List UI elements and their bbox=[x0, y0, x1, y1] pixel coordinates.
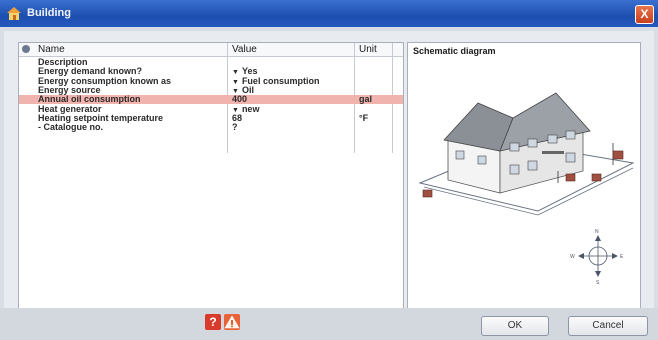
compass-icon: N S E W bbox=[570, 229, 624, 286]
warning-icon bbox=[224, 315, 240, 329]
button-bar bbox=[0, 308, 658, 340]
property-grid: Name Value Unit Description Energy demand… bbox=[18, 42, 404, 309]
row-name: - Catalogue no. bbox=[38, 122, 103, 133]
grid-row[interactable]: Annual oil consumption 400 gal bbox=[19, 94, 403, 105]
title-bar[interactable]: Building X bbox=[0, 0, 658, 27]
row-name: Annual oil consumption bbox=[38, 94, 141, 105]
column-header-value[interactable]: Value bbox=[232, 44, 257, 56]
row-name: Energy demand known? bbox=[38, 66, 143, 77]
column-header-unit[interactable]: Unit bbox=[359, 44, 377, 56]
dimension-marker bbox=[422, 189, 433, 198]
building-window bbox=[565, 152, 576, 163]
dropdown-arrow-icon[interactable]: ▼ bbox=[232, 79, 239, 86]
grid-row[interactable]: - Catalogue no.? bbox=[19, 123, 403, 132]
compass-east: E bbox=[620, 254, 624, 260]
help-button[interactable]: ? bbox=[205, 314, 221, 330]
building-window bbox=[509, 142, 520, 152]
grid-row[interactable]: Energy demand known? ▼ Yes bbox=[19, 66, 403, 77]
close-button[interactable]: X bbox=[635, 5, 654, 24]
grid-header: Name Value Unit bbox=[19, 43, 403, 57]
close-icon: X bbox=[640, 7, 649, 21]
row-unit: °F bbox=[359, 112, 369, 123]
dropdown-arrow-icon[interactable]: ▼ bbox=[232, 69, 239, 76]
schematic-panel: Schematic diagram N S E W bbox=[407, 42, 641, 309]
help-icon: ? bbox=[209, 315, 217, 329]
warning-button[interactable] bbox=[224, 314, 240, 330]
window-title: Building bbox=[27, 7, 71, 19]
building-balcony bbox=[542, 151, 564, 154]
building-window bbox=[509, 164, 520, 175]
dimension-line bbox=[423, 186, 539, 216]
row-value-text: new bbox=[241, 103, 260, 114]
column-header-name[interactable]: Name bbox=[38, 44, 65, 56]
building-window bbox=[547, 134, 558, 144]
building-app-icon bbox=[7, 7, 21, 20]
ok-button[interactable]: OK bbox=[481, 316, 549, 336]
building-window bbox=[527, 160, 538, 171]
settings-icon[interactable] bbox=[22, 45, 30, 53]
compass-north: N bbox=[595, 229, 599, 235]
dimension-marker bbox=[612, 150, 624, 160]
building-window bbox=[477, 155, 487, 165]
building-window bbox=[565, 130, 576, 140]
compass-west: W bbox=[570, 254, 575, 260]
compass-south: S bbox=[596, 280, 600, 286]
dimension-marker bbox=[591, 173, 602, 182]
dimension-marker bbox=[565, 173, 576, 182]
building-window bbox=[527, 138, 538, 148]
schematic-diagram: N S E W bbox=[418, 92, 635, 286]
building-dialog: Building X Name Value Unit Description En… bbox=[0, 0, 658, 340]
building-window bbox=[455, 150, 465, 160]
cancel-button[interactable]: Cancel bbox=[568, 316, 648, 336]
row-unit: gal bbox=[359, 94, 373, 105]
row-value-text: ? bbox=[232, 122, 238, 133]
row-value[interactable]: ? bbox=[232, 123, 238, 132]
